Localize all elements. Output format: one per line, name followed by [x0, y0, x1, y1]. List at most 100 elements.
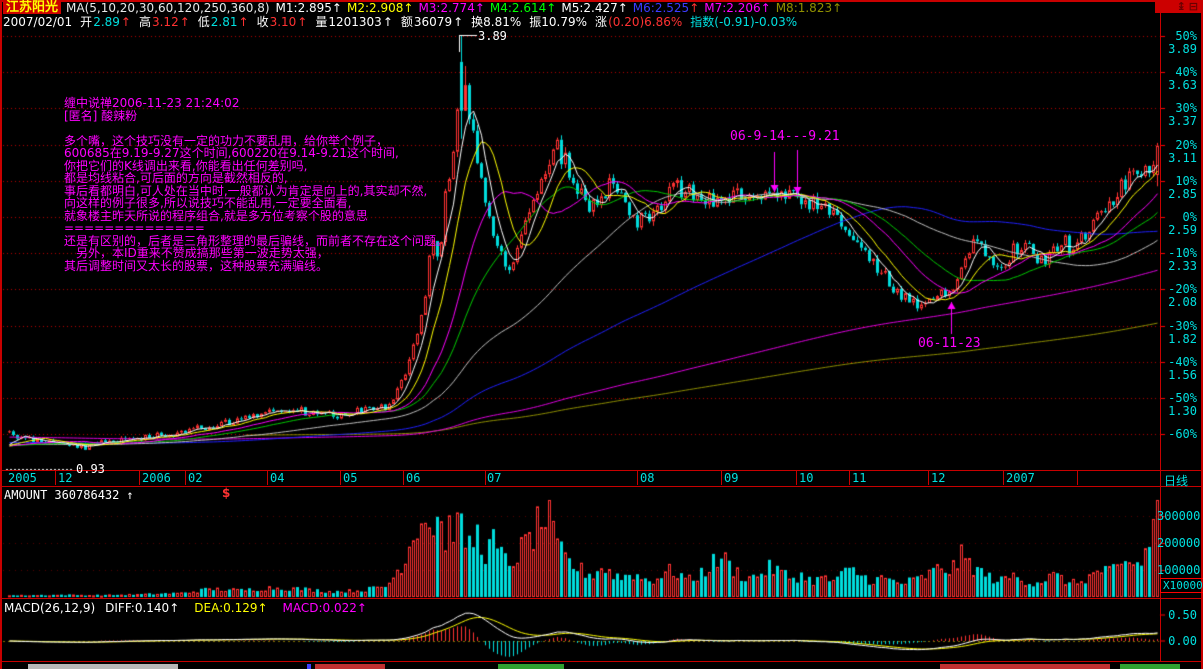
memo-line: 都是均线粘合,可后面的方向是截然相反的,	[64, 172, 448, 185]
dollar-marker: $	[222, 486, 230, 500]
date-range-annotation: 06-9-14---9.21	[730, 129, 840, 144]
info-segment: 2.81	[211, 15, 238, 29]
axis-price-label: 2.08	[1161, 296, 1197, 308]
axis-tick	[267, 471, 268, 485]
stock-name[interactable]: 江苏阳光	[3, 1, 61, 14]
macd-value-text: DEA:0.129	[194, 601, 257, 615]
time-axis-label: 06	[406, 472, 420, 484]
axis-tick	[485, 471, 486, 485]
time-axis-label: 08	[640, 472, 654, 484]
info-segment: 高	[139, 13, 151, 30]
bottom-date-annotation: 06-11-23	[918, 336, 981, 351]
up-arrow-icon: ↑	[126, 488, 133, 502]
time-axis-label: 2005	[8, 472, 37, 484]
axis-price-label: 3.11	[1161, 152, 1197, 164]
info-segment: 指数(-0.91)-0.03%	[690, 13, 797, 30]
info-segment: ↑	[297, 15, 307, 29]
window-controls: ↨ ⊟	[1155, 0, 1201, 13]
anchor-icon[interactable]: ↨	[1177, 1, 1186, 12]
window-icon[interactable]: ⊟	[1189, 1, 1198, 12]
axis-tick	[340, 471, 341, 485]
ma-value-text: M3:2.774	[418, 1, 474, 15]
macd-value: MACD:0.022↑	[283, 601, 367, 615]
status-fragment	[307, 664, 311, 669]
up-arrow-icon: ↑	[832, 1, 842, 15]
ma-value-text: M2:2.908	[347, 1, 403, 15]
axis-tick	[796, 471, 797, 485]
info-segment: 振10.79%	[529, 13, 587, 30]
axis-pct-label: 10%	[1161, 175, 1197, 187]
status-fragment	[28, 664, 178, 669]
axis-tick	[637, 471, 638, 485]
axis-tick	[849, 471, 850, 485]
memo-line: 向这样的例子很多,所以说技巧不能乱用,一定要全面看,	[64, 197, 448, 210]
window-border-left	[0, 0, 2, 669]
ma-value-text: M6:2.525	[633, 1, 689, 15]
time-axis-label: 04	[270, 472, 284, 484]
macd-value: DEA:0.129↑	[194, 601, 267, 615]
info-segment: 额	[401, 13, 413, 30]
volume-axis-label: 200000	[1157, 537, 1197, 549]
axis-tick	[1003, 471, 1004, 485]
info-segment: ↑	[180, 15, 190, 29]
axis-pct-label: -50%	[1161, 392, 1197, 404]
axis-tick	[1077, 471, 1078, 485]
axis-price-label: 1.82	[1161, 333, 1197, 345]
info-segment: 1201303	[328, 15, 381, 29]
info-segment: 3.12	[152, 15, 179, 29]
time-axis-label: 2007	[1006, 472, 1035, 484]
macd-value-text: MACD:0.022	[283, 601, 357, 615]
period-label[interactable]: 日线	[1164, 472, 1188, 489]
axis-pct-label: 40%	[1161, 66, 1197, 78]
status-fragment	[498, 664, 564, 669]
info-segment: ↑	[383, 15, 393, 29]
status-fragment	[315, 664, 385, 669]
time-axis-label: 09	[724, 472, 738, 484]
up-arrow-icon: ↑	[618, 1, 628, 15]
info-segment: 换8.81%	[471, 13, 521, 30]
memo-line: [匿名] 酸辣粉	[64, 110, 448, 123]
macd-title: MACD(26,12,9)	[4, 601, 95, 615]
axis-pct-label: -60%	[1161, 428, 1197, 440]
macd-value: DIFF:0.140↑	[105, 601, 179, 615]
axis-pct-label: 30%	[1161, 102, 1197, 114]
time-axis-label: 05	[343, 472, 357, 484]
memo-text-block: 缠中说禅2006-11-23 21:24:02[匿名] 酸辣粉多个嘴，这个技巧没…	[64, 97, 448, 272]
memo-line: 其后调整时间又太长的股票，这种股票充满骗线。	[64, 260, 448, 273]
time-axis: 2005122006020405060708091011122007	[0, 470, 1203, 486]
axis-tick	[55, 471, 56, 485]
macd-header: MACD(26,12,9) DIFF:0.140↑DEA:0.129↑MACD:…	[4, 601, 372, 615]
axis-pct-label: 0%	[1161, 211, 1197, 223]
time-axis-label: 02	[188, 472, 202, 484]
ma-value: M1:2.895↑	[276, 1, 342, 15]
axis-pct-label: -20%	[1161, 283, 1197, 295]
macd-axis-label: 0.50	[1157, 609, 1197, 621]
up-arrow-icon: ↑	[257, 601, 267, 615]
volume-unit-label: X10000	[1160, 578, 1203, 593]
axis-tick	[185, 471, 186, 485]
axis-price-label: 3.37	[1161, 115, 1197, 127]
status-fragment	[940, 664, 1110, 669]
axis-pct-label: -40%	[1161, 356, 1197, 368]
info-segment: 量	[315, 13, 327, 30]
price-axis: 50%3.8940%3.6330%3.3720%3.1110%2.850%2.5…	[1161, 0, 1197, 470]
info-segment: 36079	[414, 15, 452, 29]
peak-price-label: 3.89	[478, 29, 507, 43]
volume-axis-label: 100000	[1157, 564, 1197, 576]
time-axis-label: 2006	[142, 472, 171, 484]
axis-pct-label: -30%	[1161, 320, 1197, 332]
memo-line	[64, 122, 448, 135]
status-bar-clipped	[0, 662, 1203, 669]
axis-price-label: 1.30	[1161, 405, 1197, 417]
info-segment: ↑	[453, 15, 463, 29]
macd-axis-label: 0.00	[1157, 635, 1197, 647]
up-arrow-icon: ↑	[169, 601, 179, 615]
axis-price-label: 3.63	[1161, 79, 1197, 91]
memo-line: 600685在9.19-9.27这个时间,600220在9.14-9.21这个时…	[64, 147, 448, 160]
info-segment: 开	[80, 13, 92, 30]
info-segment: 3.10	[270, 15, 297, 29]
up-arrow-icon: ↑	[332, 1, 342, 15]
axis-price-label: 3.89	[1161, 43, 1197, 55]
memo-line: ==============	[64, 222, 448, 235]
memo-line: 另外，本ID重来不赞成搞那些第一波走势太强，	[64, 247, 448, 260]
